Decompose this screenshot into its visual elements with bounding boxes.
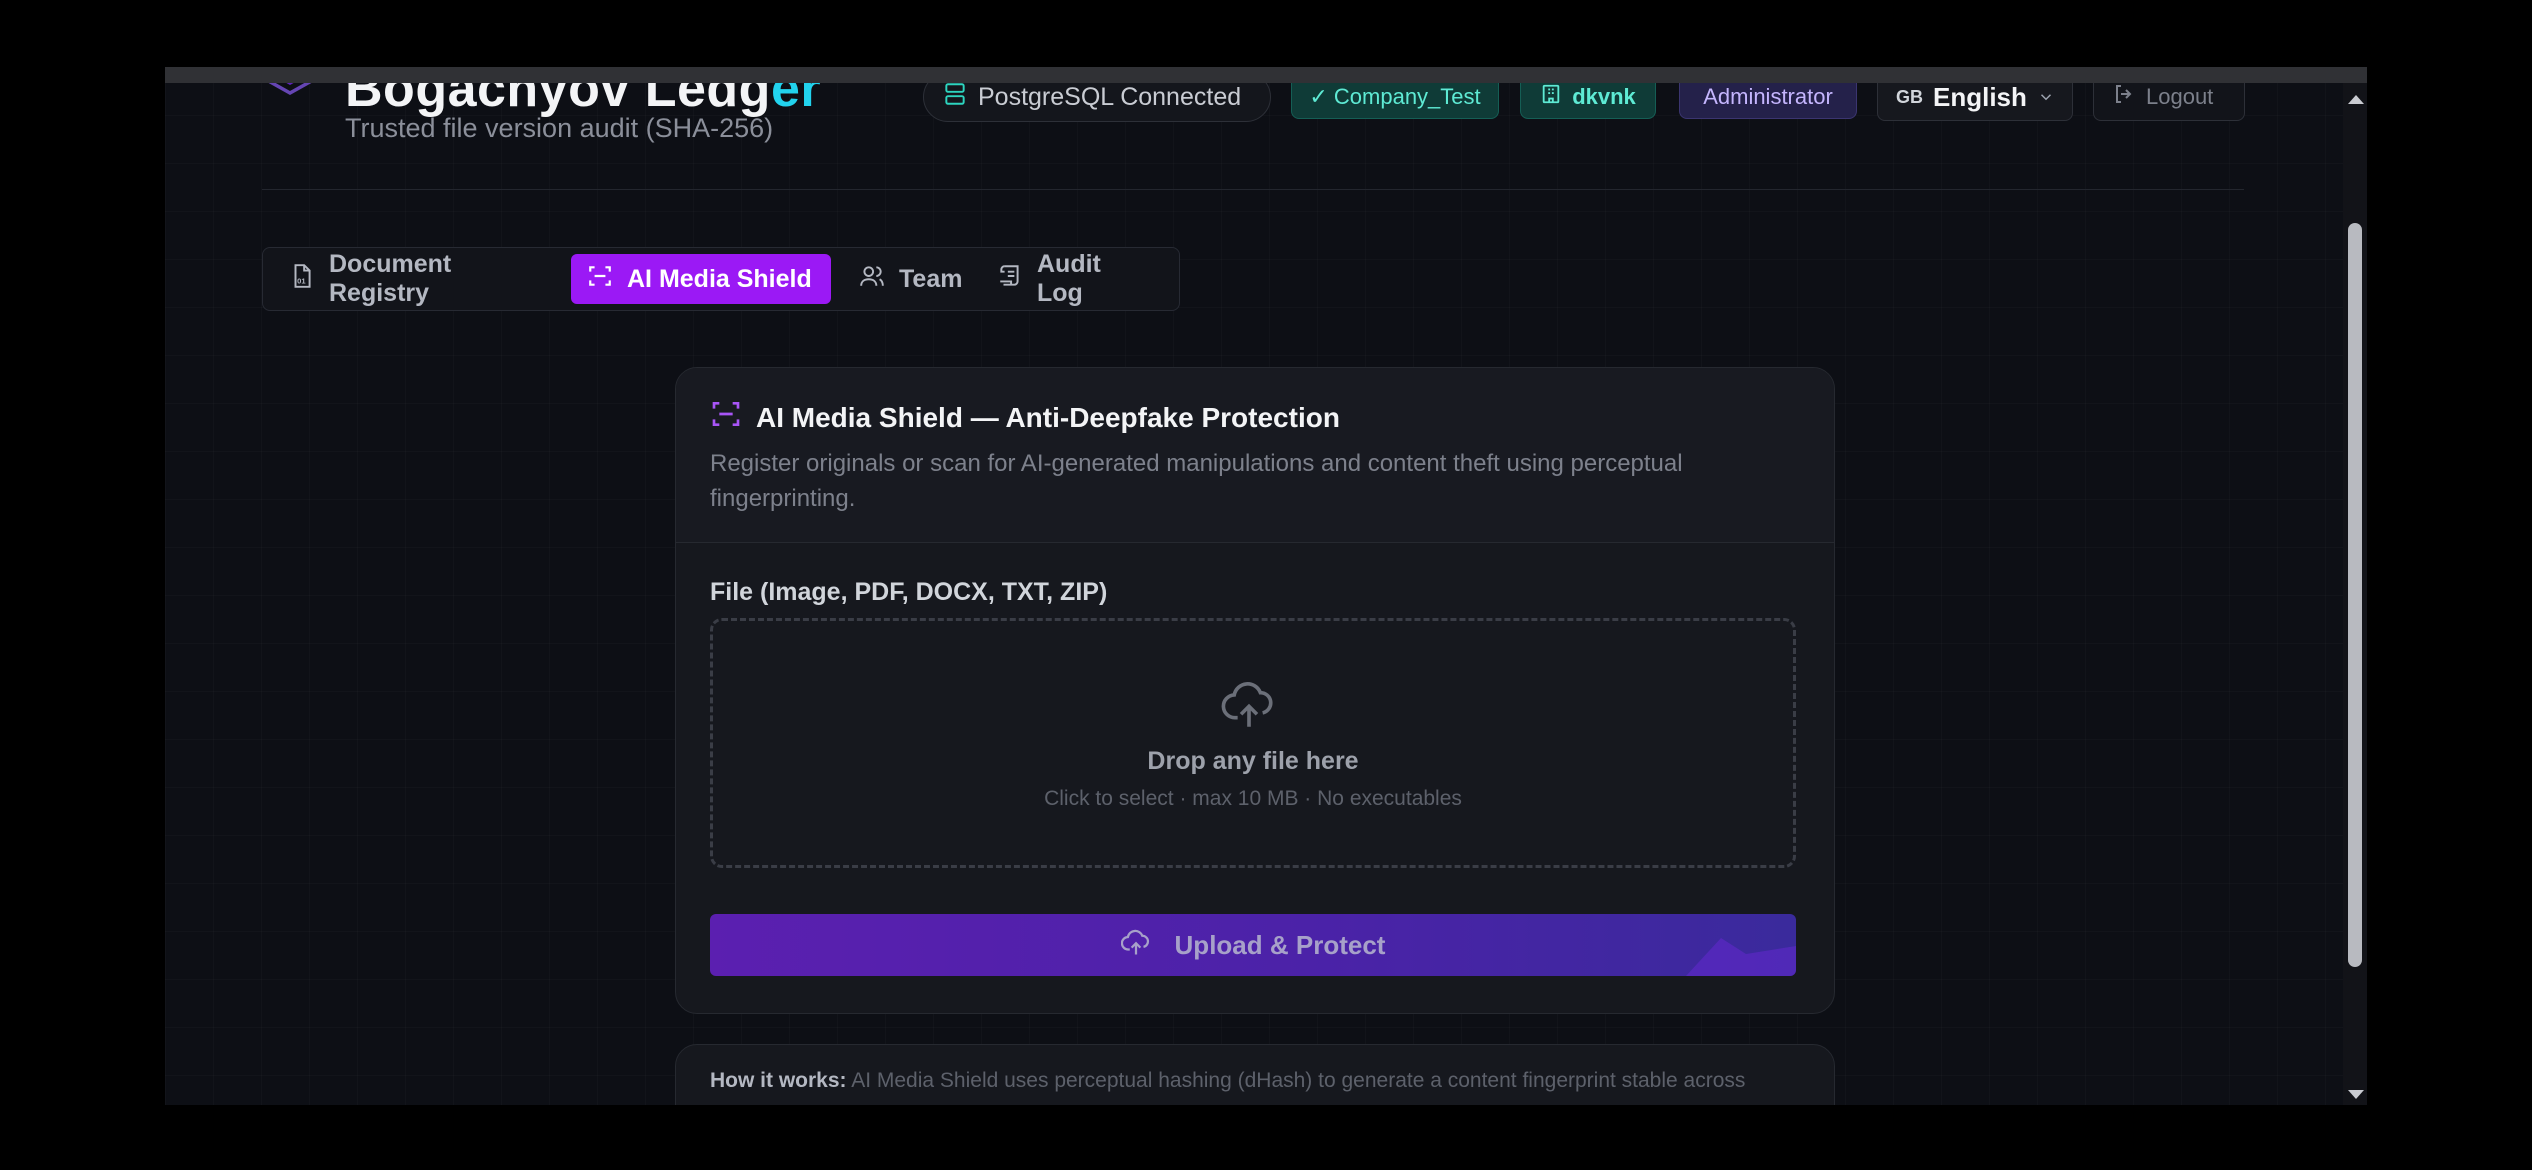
- logout-icon: [2112, 82, 2136, 112]
- card-header: AI Media Shield — Anti-Deepfake Protecti…: [676, 368, 1834, 543]
- scrollbar-thumb[interactable]: [2348, 223, 2362, 967]
- tab-ai-media-shield[interactable]: AI Media Shield: [571, 254, 831, 304]
- card-description: Register originals or scan for AI-genera…: [710, 450, 1683, 512]
- vertical-scrollbar[interactable]: [2343, 83, 2367, 1105]
- app-subtitle: Trusted file version audit (SHA-256): [345, 113, 774, 143]
- cloud-upload-icon: [1221, 679, 1277, 734]
- main-tabs: 01 Document Registry AI Media Shield Tea…: [262, 247, 1180, 311]
- chevron-down-icon: [2037, 82, 2055, 113]
- dropzone-hint: Click to select · max 10 MB · No executa…: [1044, 787, 1462, 810]
- building-icon: [1540, 83, 1562, 111]
- file-field-label: File (Image, PDF, DOCX, TXT, ZIP): [710, 578, 1108, 606]
- file-dropzone[interactable]: Drop any file here Click to select · max…: [710, 618, 1796, 868]
- users-icon: [859, 263, 885, 296]
- tab-document-registry[interactable]: 01 Document Registry: [273, 250, 573, 307]
- tab-audit-log[interactable]: Audit Log: [981, 250, 1161, 307]
- scroll-icon: [997, 263, 1023, 296]
- how-it-works-text: How it works: AI Media Shield uses perce…: [710, 1069, 1746, 1092]
- scroll-down-icon[interactable]: [2348, 1090, 2364, 1099]
- scan-icon: [587, 263, 613, 296]
- card-title: AI Media Shield — Anti-Deepfake Protecti…: [710, 398, 1340, 437]
- tab-team[interactable]: Team: [843, 254, 973, 304]
- svg-text:01: 01: [297, 276, 305, 285]
- document-icon: 01: [289, 263, 315, 296]
- scan-icon: [710, 398, 742, 437]
- how-it-works-card: How it works: AI Media Shield uses perce…: [675, 1044, 1835, 1105]
- header-divider: [262, 189, 2244, 190]
- flag-icon: GB: [1896, 86, 1923, 107]
- upload-protect-button[interactable]: Upload & Protect: [710, 914, 1796, 976]
- scroll-up-icon[interactable]: [2348, 95, 2364, 104]
- database-icon: [942, 81, 968, 114]
- app-viewport: Bogachyov Ledger Trusted file version au…: [165, 67, 2367, 1105]
- ai-media-shield-card: AI Media Shield — Anti-Deepfake Protecti…: [675, 367, 1835, 1014]
- button-decoration: [1686, 938, 1796, 976]
- dropzone-title: Drop any file here: [1147, 747, 1359, 775]
- cloud-upload-icon: [1120, 928, 1151, 963]
- window-top-strip: [165, 67, 2367, 83]
